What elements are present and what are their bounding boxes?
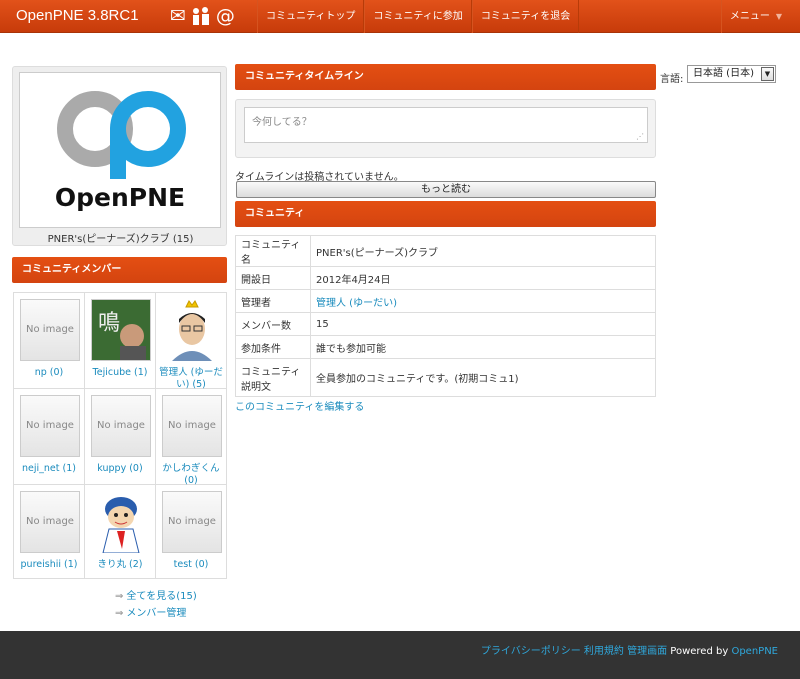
member-name-link[interactable]: 管理人 (ゆーだい) (5) — [156, 367, 226, 391]
row-key: 参加条件 — [235, 335, 311, 359]
brand-link[interactable]: OpenPNE 3.8RC1 — [16, 7, 139, 24]
no-image-label: No image — [26, 420, 74, 431]
row-value: 誰でも参加可能 — [310, 335, 656, 359]
friends-icon[interactable] — [190, 6, 212, 30]
language-select[interactable]: 日本語 (日本) ▼ — [687, 65, 776, 83]
table-row: コミュニティ説明文 全員参加のコミュニティです。(初期コミュ1) — [235, 358, 656, 397]
avatar[interactable]: No image — [162, 395, 222, 457]
nav-community-top[interactable]: コミュニティトップ — [257, 0, 365, 33]
no-image-label: No image — [168, 420, 216, 431]
privacy-link[interactable]: プライバシーポリシー — [481, 646, 581, 657]
member-name-link[interactable]: np (0) — [14, 367, 84, 379]
resize-grip-icon[interactable]: ⋰ — [636, 132, 644, 141]
row-value: 15 — [310, 312, 656, 336]
member-name-link[interactable]: Tejicube (1) — [85, 367, 155, 379]
member-item: 管理人 (ゆーだい) (5) — [156, 293, 227, 391]
manage-members-link[interactable]: メンバー管理 — [126, 608, 186, 619]
row-value: 管理人 (ゆーだい) — [310, 289, 656, 313]
row-key: コミュニティ名 — [235, 235, 311, 267]
openpne-link[interactable]: OpenPNE — [731, 646, 778, 657]
admin-panel-link[interactable]: 管理画面 — [627, 646, 667, 657]
see-all-members: ⇒ 全てを見る(15) — [115, 587, 197, 602]
table-row: 開設日 2012年4月24日 — [235, 266, 656, 290]
table-row: コミュニティ名 PNER's(ピーナーズ)クラブ — [235, 235, 656, 267]
member-item: No image pureishii (1) — [14, 485, 85, 578]
avatar[interactable]: 鳴 — [91, 299, 151, 361]
row-value: 全員参加のコミュニティです。(初期コミュ1) — [310, 358, 656, 397]
avatar[interactable]: No image — [20, 491, 80, 553]
member-name-link[interactable]: neji_net (1) — [14, 463, 84, 475]
avatar[interactable]: No image — [20, 395, 80, 457]
nav-icon-group: ✉ @ — [170, 6, 235, 30]
avatar[interactable] — [91, 491, 151, 554]
timeline-post-input[interactable]: 今何してる？ ⋰ — [244, 107, 648, 143]
no-image-label: No image — [168, 516, 216, 527]
row-key: 開設日 — [235, 266, 311, 290]
see-all-link[interactable]: 全てを見る(15) — [126, 591, 196, 602]
top-navbar: OpenPNE 3.8RC1 ✉ @ コミュニティトップ コミュニティに参加 コ… — [0, 0, 800, 33]
chevron-down-icon[interactable]: ▼ — [761, 67, 774, 81]
community-heading: コミュニティ — [235, 201, 656, 227]
row-value: PNER's(ピーナーズ)クラブ — [310, 235, 656, 267]
community-logo[interactable]: OpenPNE — [19, 72, 221, 228]
no-image-label: No image — [26, 324, 74, 335]
row-key: コミュニティ説明文 — [235, 358, 311, 397]
footer-links: プライバシーポリシー 利用規約 管理画面 Powered by OpenPNE — [481, 642, 778, 657]
community-name-caption: PNER's(ピーナーズ)クラブ (15) — [47, 234, 194, 245]
table-row: 参加条件 誰でも参加可能 — [235, 335, 656, 359]
language-label: 言語: — [660, 74, 684, 85]
member-item: No image neji_net (1) — [14, 389, 85, 485]
member-grid: No image np (0) 鳴 Tejicube (1) 管理人 (ゆーだい… — [13, 292, 227, 579]
chevron-down-icon: ▼ — [775, 12, 782, 21]
manage-members: ⇒ メンバー管理 — [115, 604, 186, 619]
member-item: No image np (0) — [14, 293, 85, 389]
member-name-link[interactable]: pureishii (1) — [14, 559, 84, 571]
member-name-link[interactable]: test (0) — [156, 559, 226, 571]
read-more-button[interactable]: もっと読む — [236, 181, 656, 198]
community-info-table: コミュニティ名 PNER's(ピーナーズ)クラブ 開設日 2012年4月24日 … — [235, 235, 656, 397]
logo-text: OpenPNE — [55, 183, 185, 212]
footer: プライバシーポリシー 利用規約 管理画面 Powered by OpenPNE — [0, 631, 800, 679]
menu-label: メニュー — [729, 11, 770, 22]
member-item: 鳴 Tejicube (1) — [85, 293, 156, 389]
timeline-heading: コミュニティタイムライン — [235, 64, 656, 90]
community-profile-box: OpenPNE PNER's(ピーナーズ)クラブ (15) — [12, 66, 227, 246]
at-icon[interactable]: @ — [216, 6, 235, 30]
terms-link[interactable]: 利用規約 — [584, 646, 624, 657]
member-name-link[interactable]: きり丸 (2) — [85, 559, 155, 571]
member-item: No image test (0) — [156, 485, 227, 578]
row-key: メンバー数 — [235, 312, 311, 336]
member-item: No image かしわぎくん (0) — [156, 389, 227, 487]
row-value: 2012年4月24日 — [310, 266, 656, 290]
avatar[interactable]: No image — [162, 491, 222, 553]
member-item: No image kuppy (0) — [85, 389, 156, 485]
nav-leave-community[interactable]: コミュニティを退会 — [471, 0, 580, 33]
post-placeholder: 今何してる？ — [252, 117, 312, 128]
avatar[interactable]: No image — [91, 395, 151, 457]
members-heading: コミュニティメンバー — [12, 257, 227, 283]
edit-community-link[interactable]: このコミュニティを編集する — [235, 398, 364, 413]
language-selected: 日本語 (日本) — [693, 68, 754, 79]
no-image-label: No image — [26, 516, 74, 527]
timeline-post-box: 今何してる？ ⋰ — [235, 99, 656, 158]
member-name-link[interactable]: kuppy (0) — [85, 463, 155, 475]
avatar[interactable] — [162, 299, 222, 361]
admin-link[interactable]: 管理人 (ゆーだい) — [316, 298, 397, 309]
arrow-right-icon: ⇒ — [115, 591, 124, 602]
svg-text:鳴: 鳴 — [98, 311, 120, 336]
arrow-right-icon: ⇒ — [115, 608, 124, 619]
no-image-label: No image — [97, 420, 145, 431]
nav-join-community[interactable]: コミュニティに参加 — [364, 0, 472, 33]
row-key: 管理者 — [235, 289, 311, 313]
table-row: 管理者 管理人 (ゆーだい) — [235, 289, 656, 313]
powered-by-text: Powered by — [670, 646, 729, 657]
mail-icon[interactable]: ✉ — [170, 6, 186, 30]
member-item: きり丸 (2) — [85, 485, 156, 578]
table-row: メンバー数 15 — [235, 312, 656, 336]
member-name-link[interactable]: かしわぎくん (0) — [156, 463, 226, 487]
nav-links: コミュニティトップ コミュニティに参加 コミュニティを退会 — [257, 0, 580, 33]
avatar[interactable]: No image — [20, 299, 80, 361]
menu-dropdown[interactable]: メニュー ▼ — [720, 0, 800, 33]
